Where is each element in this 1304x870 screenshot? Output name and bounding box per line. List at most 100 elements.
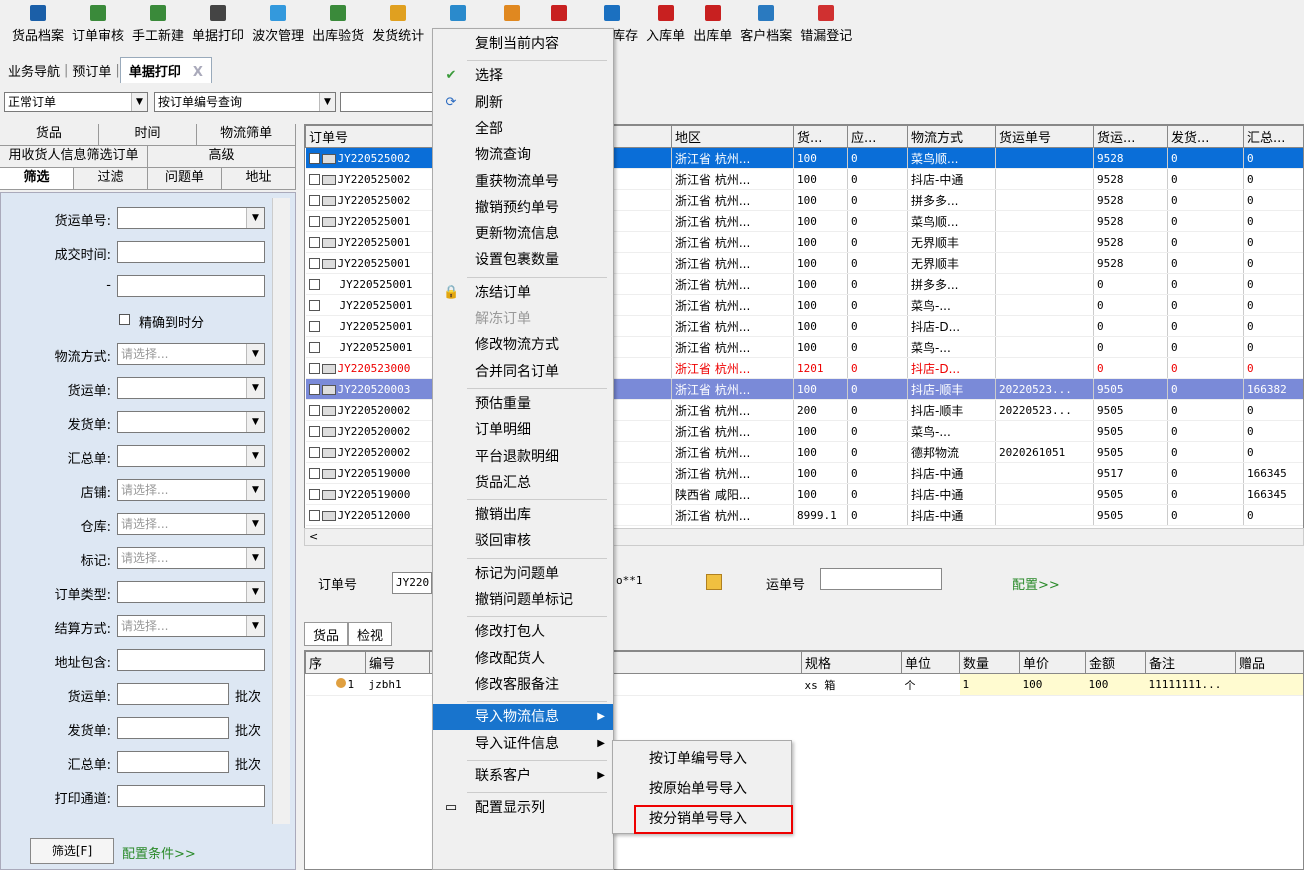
menu-item[interactable]: 联系客户 ▶: [433, 763, 613, 789]
menu-item[interactable]: 🔒 冻结订单: [433, 280, 613, 306]
row-checkbox[interactable]: [308, 342, 320, 353]
filter-button[interactable]: 筛选[F]: [30, 838, 114, 864]
toolbar-button[interactable]: 发货统计: [368, 0, 428, 44]
ship2-input[interactable]: [117, 717, 229, 739]
tab-inspect[interactable]: 检视: [348, 622, 393, 646]
precise-checkbox[interactable]: [119, 314, 130, 325]
chevron-down-icon[interactable]: ▼: [246, 480, 264, 500]
chevron-down-icon[interactable]: ▼: [131, 93, 147, 111]
tab-preorder[interactable]: 预订单: [68, 61, 115, 80]
row-checkbox[interactable]: [308, 510, 320, 521]
filter-scrollbar[interactable]: [272, 198, 290, 824]
menu-item[interactable]: 撤销问题单标记: [433, 587, 613, 613]
filter-tab[interactable]: 过滤: [74, 168, 148, 189]
menu-item[interactable]: ▭ 配置显示列: [433, 795, 613, 821]
col-price[interactable]: 单价: [1019, 651, 1086, 674]
grid-col-header[interactable]: 货运单号: [995, 125, 1094, 148]
chevron-down-icon[interactable]: ▼: [246, 208, 264, 228]
waybill-no-field[interactable]: [820, 568, 942, 590]
menu-item[interactable]: 导入物流信息 ▶: [433, 704, 613, 731]
row-checkbox[interactable]: [308, 468, 320, 479]
row-checkbox[interactable]: [308, 300, 320, 311]
chevron-down-icon[interactable]: ▼: [319, 93, 335, 111]
row-checkbox[interactable]: [308, 405, 320, 416]
freight2-input[interactable]: [117, 683, 229, 705]
menu-item[interactable]: 物流查询: [433, 142, 613, 168]
grid-col-header[interactable]: 货...: [793, 125, 848, 148]
chevron-down-icon[interactable]: ▼: [246, 548, 264, 568]
menu-item[interactable]: 撤销出库: [433, 502, 613, 528]
menu-item[interactable]: 导入证件信息 ▶: [433, 731, 613, 757]
filter-tab[interactable]: 货品: [0, 124, 99, 145]
order-type-select[interactable]: 正常订单 ▼: [4, 92, 148, 112]
config-conditions-link[interactable]: 配置条件>>: [122, 843, 196, 862]
row-checkbox[interactable]: [308, 153, 320, 164]
menu-item[interactable]: 平台退款明细: [433, 444, 613, 470]
query-input[interactable]: [340, 92, 434, 112]
menu-item[interactable]: 设置包裹数量: [433, 247, 613, 273]
menu-item[interactable]: 货品汇总: [433, 470, 613, 496]
toolbar-button[interactable]: 入库单: [642, 0, 689, 44]
menu-item[interactable]: ⟳ 刷新: [433, 90, 613, 116]
row-checkbox[interactable]: [308, 447, 320, 458]
addr-input[interactable]: [117, 649, 265, 671]
toolbar-button[interactable]: 订单审核: [68, 0, 128, 44]
col-seq[interactable]: 序: [305, 651, 366, 674]
grid-col-header[interactable]: 订单号: [305, 125, 436, 148]
chevron-down-icon[interactable]: ▼: [246, 412, 264, 432]
grid-col-header[interactable]: 发货...: [1167, 125, 1244, 148]
grid-col-header[interactable]: 应...: [847, 125, 908, 148]
toolbar-button[interactable]: 出库验货: [308, 0, 368, 44]
tab-goods[interactable]: 货品: [304, 622, 349, 646]
order-kind-select[interactable]: ▼: [117, 581, 265, 603]
menu-item[interactable]: 修改打包人: [433, 619, 613, 645]
summary-select[interactable]: ▼: [117, 445, 265, 467]
row-checkbox[interactable]: [308, 216, 320, 227]
row-checkbox[interactable]: [308, 258, 320, 269]
settle-select[interactable]: 请选择... ▼: [117, 615, 265, 637]
ship-select[interactable]: ▼: [117, 411, 265, 433]
menu-item[interactable]: 全部: [433, 116, 613, 142]
row-checkbox[interactable]: [308, 426, 320, 437]
toolbar-button[interactable]: 手工新建: [128, 0, 188, 44]
col-code[interactable]: 编号: [365, 651, 430, 674]
order-no-field[interactable]: JY220: [392, 572, 432, 594]
grid-col-header[interactable]: 地区: [671, 125, 794, 148]
row-checkbox[interactable]: [308, 237, 320, 248]
config-link[interactable]: 配置>>: [1012, 574, 1060, 593]
print-channel-input[interactable]: [117, 785, 265, 807]
row-checkbox[interactable]: [308, 321, 320, 332]
row-checkbox[interactable]: [308, 174, 320, 185]
menu-item[interactable]: 修改物流方式: [433, 332, 613, 358]
chevron-down-icon[interactable]: ▼: [246, 378, 264, 398]
filter-tab[interactable]: 筛选: [0, 168, 74, 189]
filter-tab[interactable]: 用收货人信息筛选订单: [0, 146, 148, 167]
tab-business-nav[interactable]: 业务导航: [4, 61, 64, 80]
chevron-down-icon[interactable]: ▼: [246, 616, 264, 636]
toolbar-button[interactable]: 货品档案: [8, 0, 68, 44]
lock-icon[interactable]: [706, 574, 722, 590]
toolbar-button[interactable]: 波次管理: [248, 0, 308, 44]
summary2-input[interactable]: [117, 751, 229, 773]
menu-item[interactable]: 标记为问题单: [433, 561, 613, 587]
filter-tab[interactable]: 时间: [99, 124, 198, 145]
row-checkbox[interactable]: [308, 195, 320, 206]
filter-tab[interactable]: 物流筛单: [197, 124, 297, 145]
toolbar-button[interactable]: 客户档案: [736, 0, 796, 44]
row-checkbox[interactable]: [308, 363, 320, 374]
waybill-select[interactable]: ▼: [117, 207, 265, 229]
close-icon[interactable]: X: [189, 65, 207, 80]
chevron-down-icon[interactable]: ▼: [246, 582, 264, 602]
menu-item[interactable]: 预估重量: [433, 391, 613, 417]
deal-time-start[interactable]: [117, 241, 265, 263]
menu-item[interactable]: 更新物流信息: [433, 221, 613, 247]
row-checkbox[interactable]: [308, 384, 320, 395]
tab-print[interactable]: 单据打印 X: [119, 57, 212, 83]
col-qty[interactable]: 数量: [959, 651, 1020, 674]
menu-item[interactable]: 重获物流单号: [433, 169, 613, 195]
filter-tab[interactable]: 问题单: [148, 168, 222, 189]
menu-item[interactable]: 订单明细: [433, 417, 613, 443]
col-unit[interactable]: 单位: [901, 651, 960, 674]
freight-select[interactable]: ▼: [117, 377, 265, 399]
shop-select[interactable]: 请选择... ▼: [117, 479, 265, 501]
